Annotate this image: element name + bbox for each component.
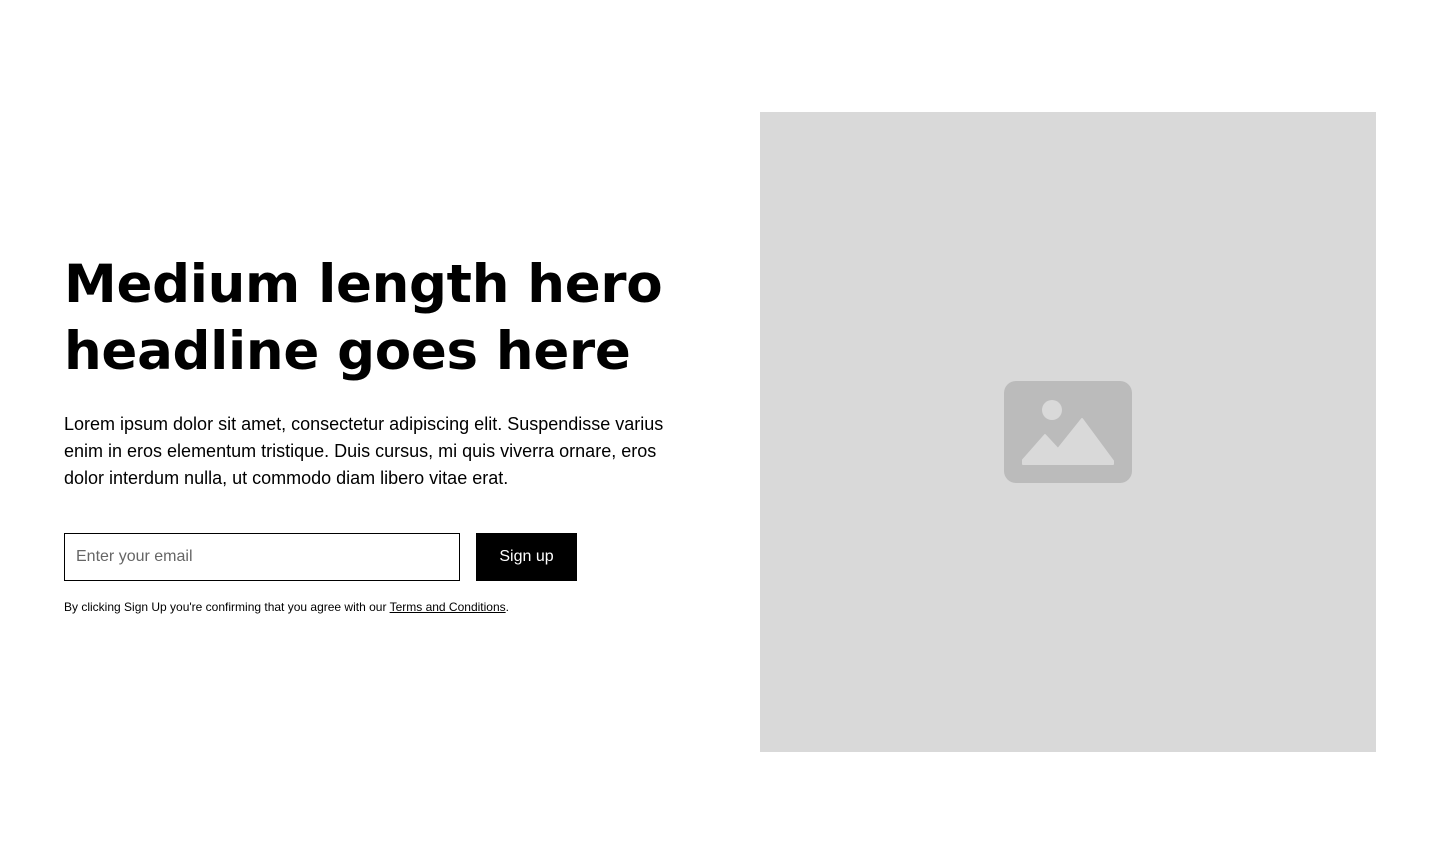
hero-image-placeholder: [760, 112, 1376, 752]
terms-notice: By clicking Sign Up you're confirming th…: [64, 599, 694, 615]
hero-description: Lorem ipsum dolor sit amet, consectetur …: [64, 414, 664, 488]
sign-up-button[interactable]: Sign up: [476, 533, 577, 581]
terms-notice-prefix: By clicking Sign Up you're confirming th…: [64, 600, 390, 614]
hero-section: Medium length hero headline goes here Lo…: [0, 0, 1440, 864]
image-placeholder-icon: [1004, 381, 1132, 483]
signup-form: Sign up: [64, 533, 694, 581]
hero-content: Medium length hero headline goes here Lo…: [64, 251, 694, 615]
email-input[interactable]: [64, 533, 460, 581]
terms-notice-suffix: .: [505, 600, 509, 614]
terms-and-conditions-link[interactable]: Terms and Conditions: [390, 600, 506, 614]
hero-headline: Medium length hero headline goes here: [64, 254, 663, 382]
